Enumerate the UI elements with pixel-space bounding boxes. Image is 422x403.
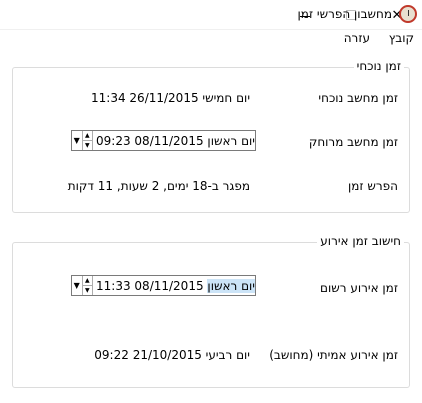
recorded-event-text[interactable]: יום ראשון 08/11/2015 11:33	[93, 278, 255, 293]
clock-icon	[399, 5, 417, 23]
chevron-down-icon[interactable]: ▼	[72, 131, 83, 150]
spin-down-icon[interactable]: ▼	[83, 141, 93, 150]
recorded-event-day: יום ראשון	[207, 278, 255, 293]
remote-time-text[interactable]: יום ראשון 08/11/2015 09:23	[93, 134, 255, 148]
remote-time-date: 08/11/2015 09:23	[96, 133, 204, 148]
recorded-event-date: 08/11/2015 11:33	[96, 278, 204, 293]
menu-help[interactable]: עזרה	[340, 31, 374, 45]
menu-bar: קובץ עזרה	[0, 30, 422, 49]
recorded-event-label: זמן אירוע רשום	[320, 281, 398, 295]
remote-time-picker[interactable]: ▼ ▲ ▼ יום ראשון 08/11/2015 09:23	[71, 130, 256, 151]
title-bar: ✕ מחשבון הפרשי זמן	[0, 0, 422, 30]
time-diff-value: מפגר ב-18 ימים, 2 שעות, 11 דקות	[67, 179, 250, 193]
chevron-down-icon[interactable]: ▼	[72, 276, 83, 295]
local-time-value: יום חמישי 26/11/2015 11:34	[91, 91, 250, 105]
window-title: מחשבון הפרשי זמן	[297, 7, 392, 21]
spin-up-icon[interactable]: ▲	[82, 276, 92, 286]
current-time-group-title: זמן נוכחי	[353, 59, 404, 73]
actual-event-value: יום רביעי 21/10/2015 09:22	[94, 348, 250, 362]
remote-time-label: זמן מחשב מרוחק	[308, 135, 398, 149]
recorded-event-spinner[interactable]: ▲ ▼	[82, 276, 93, 295]
menu-file[interactable]: קובץ	[385, 31, 418, 45]
spin-down-icon[interactable]: ▼	[83, 286, 93, 295]
recorded-event-picker[interactable]: ▼ ▲ ▼ יום ראשון 08/11/2015 11:33	[71, 275, 256, 296]
event-time-group-title: חישוב זמן אירוע	[317, 234, 404, 248]
spin-up-icon[interactable]: ▲	[82, 131, 92, 141]
event-time-frame	[12, 242, 410, 388]
remote-time-day: יום ראשון	[207, 133, 255, 148]
remote-time-spinner[interactable]: ▲ ▼	[82, 131, 93, 150]
local-time-label: זמן מחשב נוכחי	[318, 91, 398, 105]
actual-event-label: זמן אירוע אמיתי (מחושב)	[269, 348, 398, 362]
time-diff-label: הפרש זמן	[348, 179, 398, 193]
